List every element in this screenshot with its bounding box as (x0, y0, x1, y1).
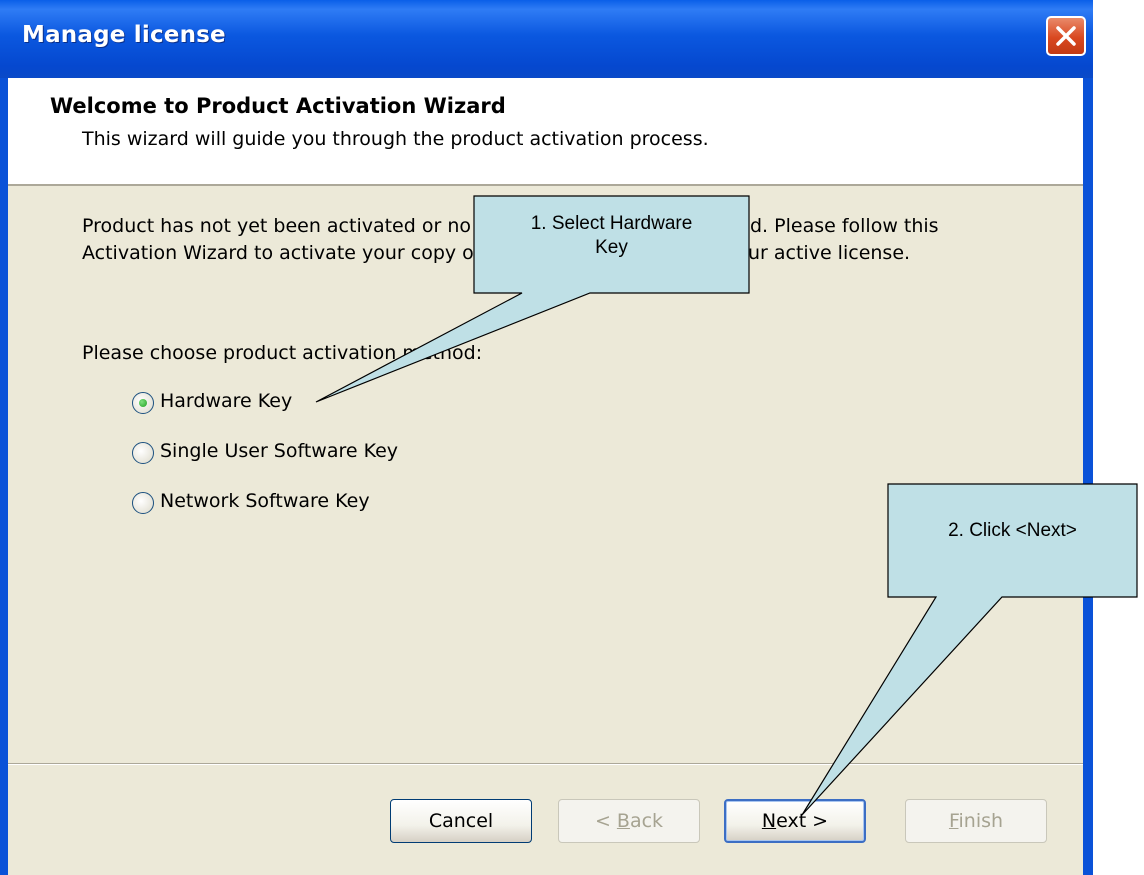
next-button-access-key: N (761, 810, 777, 832)
radio-label-single-user[interactable]: Single User Software Key (160, 440, 398, 462)
radio-button-network[interactable] (132, 492, 154, 514)
close-icon (1056, 26, 1076, 46)
back-button-prefix: < (594, 810, 617, 832)
back-button[interactable]: < Back (558, 799, 700, 843)
window-title: Manage license (22, 22, 226, 48)
radio-label-hardware-key[interactable]: Hardware Key (160, 390, 292, 412)
callout-step1-line2: Key (595, 237, 628, 258)
radio-button-single-user[interactable] (132, 442, 154, 464)
radio-button-hardware-key[interactable] (132, 392, 154, 414)
dialog-content: Welcome to Product Activation Wizard Thi… (8, 78, 1083, 875)
next-button[interactable]: Next > (724, 799, 866, 843)
wizard-subtitle: This wizard will guide you through the p… (82, 128, 709, 150)
callout-step2-text: 2. Click <Next> (948, 520, 1077, 541)
intro-text-line1: Product has not yet been activated or no (82, 215, 471, 237)
close-button[interactable] (1046, 16, 1086, 56)
footer-separator (8, 763, 1083, 765)
dialog-window: Manage license Welcome to Product Activa… (0, 0, 1093, 875)
back-button-label: ack (629, 810, 664, 832)
choose-method-label-part2: ethod: (420, 342, 483, 364)
cancel-button[interactable]: Cancel (390, 799, 532, 843)
callout-step1-line1: 1. Select Hardware (530, 213, 693, 234)
finish-button-access-key: F (948, 810, 959, 832)
intro-text-line1-end: d. Please follow this (750, 215, 939, 237)
radio-label-network[interactable]: Network Software Key (160, 490, 370, 512)
back-button-access-key: B (616, 810, 630, 832)
callout-step1-text: 1. Select Hardware Key (474, 212, 749, 260)
wizard-header: Welcome to Product Activation Wizard Thi… (8, 78, 1083, 186)
finish-button[interactable]: Finish (905, 799, 1047, 843)
wizard-title: Welcome to Product Activation Wizard (50, 94, 506, 118)
next-button-label: ext > (776, 810, 829, 832)
choose-method-label: Please choose product activation method: (82, 342, 482, 364)
intro-text-line2: Activation Wizard to activate your copy … (82, 242, 474, 264)
title-bar[interactable]: Manage license (0, 0, 1093, 78)
intro-text-line2-end: ur active license. (748, 242, 911, 264)
choose-method-label-part1: Please choose product activation m (82, 342, 421, 364)
finish-button-label: inish (958, 810, 1004, 832)
